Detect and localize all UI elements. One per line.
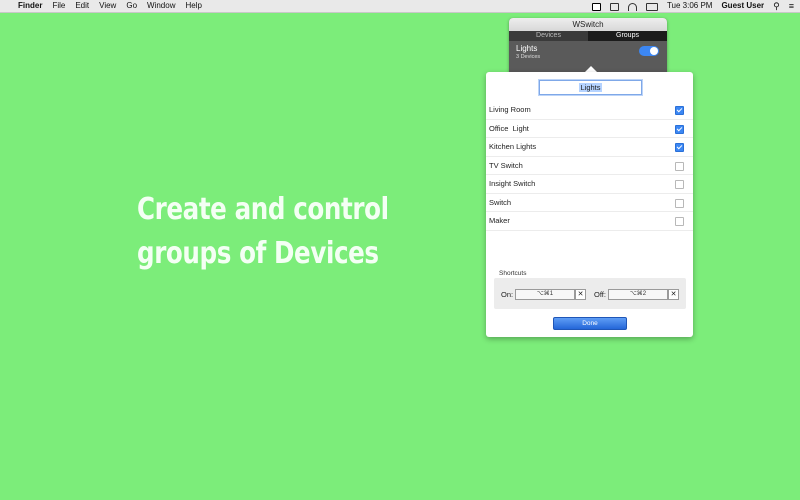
device-name: Switch	[489, 197, 512, 207]
off-shortcut-clear-button[interactable]: ✕	[668, 289, 679, 300]
edit-group-sheet: Lights Living Room Office Light Kitchen …	[486, 72, 693, 337]
device-checkbox[interactable]	[675, 161, 684, 171]
airplay-icon[interactable]	[609, 3, 619, 11]
device-name: Living Room	[489, 105, 531, 114]
done-button[interactable]: Done	[553, 317, 627, 330]
menu-edit[interactable]: Edit	[75, 0, 89, 12]
device-row[interactable]: Insight Switch	[486, 175, 693, 194]
group-name-value: Lights	[579, 83, 602, 92]
device-row[interactable]: Kitchen Lights	[486, 138, 693, 157]
headline-line-1: Create and control	[137, 192, 389, 227]
headline-line-2: groups of Devices	[137, 236, 379, 271]
menu-file[interactable]: File	[52, 0, 65, 12]
device-checkbox[interactable]	[675, 217, 684, 226]
tab-groups[interactable]: Groups	[588, 31, 667, 41]
device-row[interactable]: TV Switch	[486, 157, 693, 175]
tab-devices[interactable]: Devices	[509, 31, 588, 41]
menu-view[interactable]: View	[99, 0, 116, 12]
menu-app-name[interactable]: Finder	[18, 0, 42, 12]
battery-icon[interactable]	[645, 3, 658, 11]
group-toggle[interactable]	[639, 46, 659, 56]
device-name: Maker	[489, 216, 510, 225]
on-shortcut-field[interactable]: ⌥⌘1	[515, 289, 575, 300]
menu-go[interactable]: Go	[126, 0, 137, 12]
device-row[interactable]: Maker	[486, 212, 693, 231]
off-shortcut-field[interactable]: ⌥⌘2	[608, 289, 668, 300]
wswitch-tabs: Devices Groups	[509, 31, 667, 41]
shortcuts-box: On: ⌥⌘1 ✕ Off: ⌥⌘2 ✕	[494, 278, 686, 309]
on-shortcut-clear-button[interactable]: ✕	[575, 289, 586, 300]
device-list: Living Room Office Light Kitchen Lights …	[486, 101, 693, 231]
device-row[interactable]: Switch	[486, 194, 693, 212]
off-shortcut-label: Off:	[594, 290, 606, 299]
group-row[interactable]: Lights 3 Devices	[509, 41, 667, 63]
device-name: Office Light	[489, 123, 529, 133]
device-row[interactable]: Office Light	[486, 120, 693, 138]
menu-user[interactable]: Guest User	[721, 0, 764, 12]
menu-bar: Finder File Edit View Go Window Help Tue…	[0, 0, 800, 13]
device-checkbox[interactable]	[675, 124, 684, 134]
shortcuts-label: Shortcuts	[499, 270, 527, 277]
menu-clock[interactable]: Tue 3:06 PM	[667, 0, 713, 12]
device-checkbox[interactable]	[675, 198, 684, 208]
menu-window[interactable]: Window	[147, 0, 175, 12]
device-name: TV Switch	[489, 160, 523, 170]
search-icon[interactable]: ⚲	[773, 0, 780, 12]
device-checkbox[interactable]	[675, 180, 684, 189]
group-device-count: 3 Devices	[516, 54, 541, 60]
device-checkbox[interactable]	[675, 143, 684, 152]
on-shortcut-label: On:	[501, 290, 514, 299]
wswitch-status-icon[interactable]	[591, 3, 601, 11]
device-row[interactable]: Living Room	[486, 101, 693, 120]
list-icon[interactable]: ≡	[789, 0, 794, 12]
wifi-icon[interactable]	[627, 3, 637, 11]
device-name: Kitchen Lights	[489, 142, 537, 151]
wswitch-title: WSwitch	[509, 18, 667, 31]
group-name-field[interactable]: Lights	[539, 80, 642, 95]
headline: Create and control groups of Devices	[137, 188, 389, 276]
device-checkbox[interactable]	[675, 106, 684, 115]
menu-help[interactable]: Help	[185, 0, 201, 12]
device-name: Insight Switch	[489, 179, 536, 188]
